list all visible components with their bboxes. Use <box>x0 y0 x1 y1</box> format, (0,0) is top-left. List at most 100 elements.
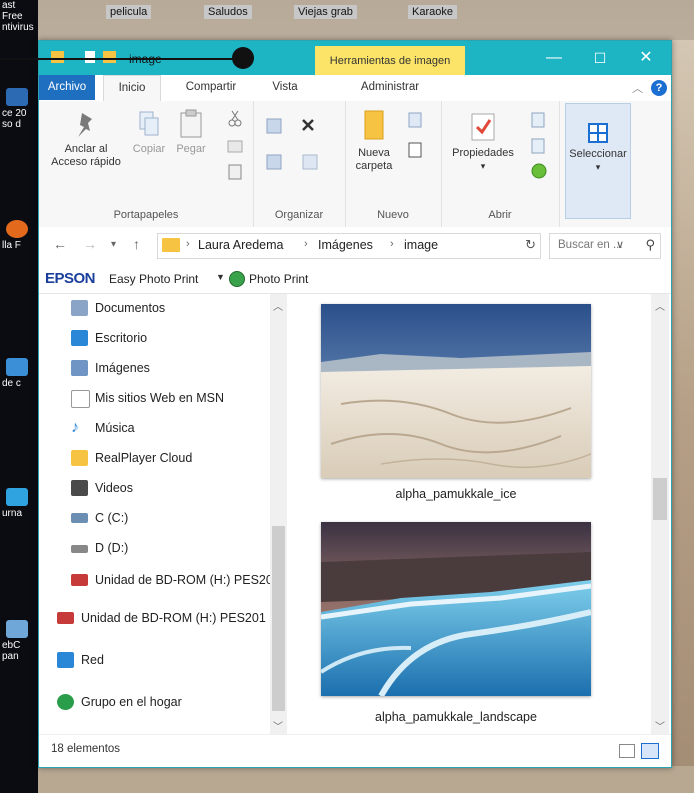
app-icon <box>6 488 28 506</box>
desktop-folder-label[interactable]: Viejas grab <box>294 5 357 19</box>
group-portapapeles: Anclar al Acceso rápido Copiar Pegar Por… <box>39 101 254 227</box>
copy-to-icon <box>266 154 282 170</box>
nav-scrollbar-thumb[interactable] <box>272 526 285 711</box>
tab-vista[interactable]: Vista <box>257 75 313 100</box>
search-icon[interactable]: ⚲ <box>645 237 655 253</box>
desktop-icon-label: de c <box>2 378 21 389</box>
group-label: Portapapeles <box>113 209 179 221</box>
chevron-right-icon[interactable]: › <box>186 238 190 250</box>
ribbon-tabs: Archivo Inicio Compartir Vista Administr… <box>39 75 671 102</box>
scroll-down-arrow[interactable]: ﹀ <box>273 718 283 733</box>
easy-access-icon <box>408 142 422 158</box>
desktop-icon-antivirus[interactable]: ast Free ntivirus <box>2 0 36 33</box>
rename-icon <box>302 154 318 170</box>
tab-compartir[interactable]: Compartir <box>171 75 251 100</box>
paste-button[interactable]: Pegar <box>173 109 209 156</box>
bd-rom-icon <box>57 612 74 624</box>
new-folder-icon <box>364 110 384 140</box>
move-to-icon <box>266 118 282 134</box>
select-button[interactable]: Seleccionar ▾ <box>565 103 631 219</box>
file-name: alpha_pamukkale_landscape <box>375 710 537 724</box>
forward-button[interactable]: → <box>83 236 97 252</box>
clipboard-small-icons <box>227 110 243 180</box>
breadcrumb-laura[interactable]: Laura Aredema <box>198 238 283 252</box>
pin-quick-access-button[interactable]: Anclar al Acceso rápido <box>43 109 129 169</box>
close-button[interactable]: ✕ <box>623 41 669 75</box>
group-label: Abrir <box>488 209 512 221</box>
folder-icon <box>162 238 180 252</box>
nav-item-label: D (D:) <box>95 541 129 555</box>
image-thumbnail-landscape[interactable] <box>321 522 591 696</box>
new-folder-button[interactable]: Nueva carpeta <box>349 107 399 173</box>
tab-inicio[interactable]: Inicio <box>103 75 161 102</box>
refresh-icon[interactable]: ↻ <box>525 237 536 253</box>
chevron-right-icon[interactable]: › <box>390 238 394 250</box>
select-label: Seleccionar <box>569 148 627 160</box>
photo-print-button[interactable]: Photo Print <box>249 272 308 286</box>
properties-icon[interactable] <box>85 51 95 63</box>
desktop-icon-journal[interactable]: urna <box>2 488 36 519</box>
nav-item-label: Imágenes <box>95 361 150 375</box>
desktop-icon-office[interactable]: ce 20 so d <box>2 88 36 130</box>
large-icons-view-icon[interactable] <box>641 743 659 759</box>
desktop-icon-webcam[interactable]: ebC pan <box>2 620 36 662</box>
desktop-icon-label: ebC pan <box>2 640 21 662</box>
minimize-button[interactable]: — <box>531 41 577 75</box>
nav-item-label: Escritorio <box>95 331 148 345</box>
group-seleccionar: Seleccionar ▾ <box>559 101 635 227</box>
paste-icon <box>180 109 202 138</box>
desktop-top-icons: pelicula Saludos Viejas grab Karaoke <box>38 0 694 40</box>
chevron-right-icon[interactable]: › <box>304 238 308 250</box>
search-input[interactable]: Buscar en ... ⚲ <box>549 233 661 259</box>
nav-item-label: Mis sitios Web en MSN <box>95 391 224 405</box>
breadcrumb-image[interactable]: image <box>404 238 438 252</box>
tab-archivo[interactable]: Archivo <box>39 75 95 100</box>
nav-item-label: C (C:) <box>95 511 129 525</box>
content-scrollbar-thumb[interactable] <box>653 478 667 520</box>
desktop-folder-label[interactable]: pelicula <box>106 5 152 19</box>
maximize-button[interactable]: ☐ <box>577 41 623 75</box>
image-thumbnail-ice[interactable] <box>321 304 591 478</box>
back-button[interactable]: ← <box>53 236 67 252</box>
easy-photo-print-button[interactable]: Easy Photo Print <box>109 272 198 286</box>
breadcrumb-imagenes[interactable]: Imágenes <box>318 238 373 252</box>
up-button[interactable]: ↑ <box>133 236 140 252</box>
copy-button[interactable]: Copiar <box>131 109 167 156</box>
epson-toolbar: EPSON Easy Photo Print ▼ Photo Print <box>39 263 671 294</box>
desktop-folder-label[interactable]: Saludos <box>204 5 252 19</box>
scroll-down-arrow[interactable]: ﹀ <box>655 718 665 733</box>
new-folder-icon[interactable] <box>103 51 116 63</box>
copy-label: Copiar <box>132 143 166 155</box>
desktop-icon-label: ce 20 so d <box>2 108 27 130</box>
details-view-icon[interactable] <box>619 744 635 758</box>
organize-icons <box>266 118 318 170</box>
address-bar[interactable]: › Laura Aredema › Imágenes › image ∨ ↻ <box>157 233 624 259</box>
chevron-down-icon[interactable]: ▾ <box>443 160 523 173</box>
recent-locations-button[interactable]: ▾ <box>111 239 116 250</box>
folder-icon <box>71 450 88 466</box>
annotation-dot <box>232 47 254 69</box>
chevron-down-icon[interactable]: ▼ <box>216 272 225 282</box>
videos-icon <box>71 480 88 496</box>
paste-label: Pegar <box>176 143 206 155</box>
history-icon <box>531 163 547 179</box>
firefox-icon <box>6 220 28 238</box>
chevron-up-icon[interactable]: ︿ <box>632 80 643 96</box>
scroll-up-arrow[interactable]: ︿ <box>655 298 665 313</box>
desktop-icon-column: ast Free ntivirus ce 20 so d lla F de c … <box>0 0 38 793</box>
group-abrir: Propiedades ▾ Abrir <box>441 101 560 227</box>
epson-logo: EPSON <box>45 270 96 287</box>
tab-administrar[interactable]: Administrar <box>315 75 465 100</box>
desktop-icon-label: lla F <box>2 240 21 251</box>
group-label: Organizar <box>274 209 324 221</box>
file-explorer-window: image Herramientas de imagen — ☐ ✕ Archi… <box>38 40 672 768</box>
context-tab-header: Herramientas de imagen <box>315 46 465 75</box>
folder-icon <box>51 51 64 63</box>
desktop-folder-label[interactable]: Karaoke <box>408 5 457 19</box>
help-icon[interactable]: ? <box>651 80 667 96</box>
properties-icon <box>471 113 495 141</box>
properties-button[interactable]: Propiedades ▾ <box>443 111 523 173</box>
desktop-icon-firefox[interactable]: lla F <box>2 220 36 251</box>
scroll-up-arrow[interactable]: ︿ <box>273 298 283 313</box>
desktop-icon-c[interactable]: de c <box>2 358 36 389</box>
